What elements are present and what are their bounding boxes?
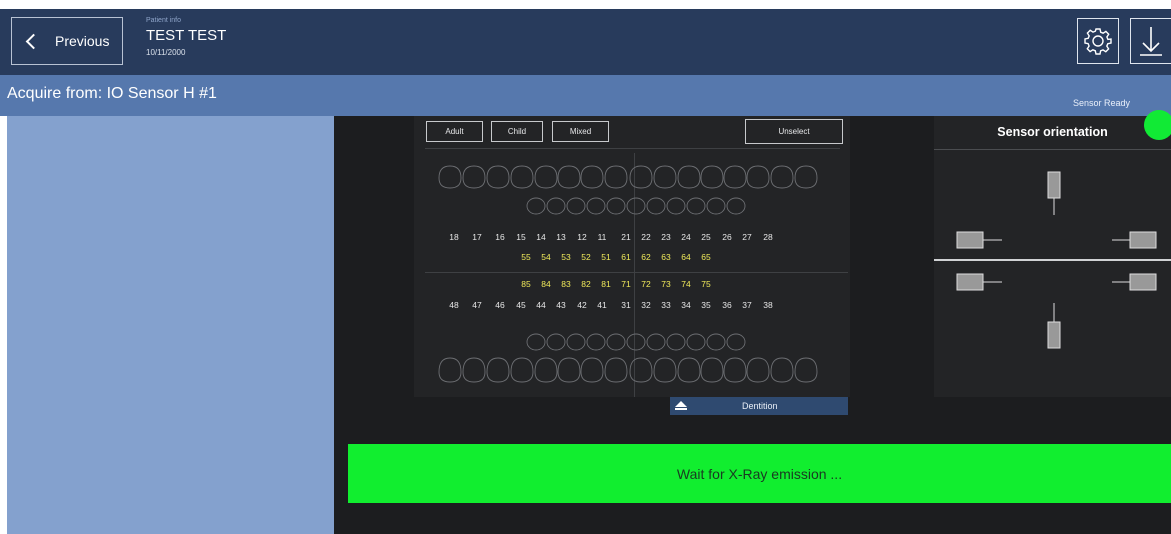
tooth-11[interactable]: 11 [594,232,610,242]
tooth-46[interactable]: 46 [492,300,508,310]
top-bar: Previous Patient info TEST TEST 10/11/20… [0,9,1171,75]
gear-icon [1084,28,1112,55]
download-arrow-icon [1140,27,1162,56]
tooth-74[interactable]: 74 [678,279,694,289]
tooth-25[interactable]: 25 [698,232,714,242]
tooth-71[interactable]: 71 [618,279,634,289]
orientation-right-lower-option[interactable] [1112,273,1157,291]
tooth-17[interactable]: 17 [469,232,485,242]
orientation-left-option[interactable] [956,231,1002,249]
patient-info: Patient info TEST TEST 10/11/2000 [146,17,226,57]
tooth-84[interactable]: 84 [538,279,554,289]
tooth-35[interactable]: 35 [698,300,714,310]
tooth-44[interactable]: 44 [533,300,549,310]
chart-divider-middle [425,272,848,273]
tooth-42[interactable]: 42 [574,300,590,310]
tooth-32[interactable]: 32 [638,300,654,310]
tooth-12[interactable]: 12 [574,232,590,242]
tooth-21[interactable]: 21 [618,232,634,242]
tooth-31[interactable]: 31 [618,300,634,310]
tooth-81[interactable]: 81 [598,279,614,289]
tooth-15[interactable]: 15 [513,232,529,242]
tooth-62[interactable]: 62 [638,252,654,262]
tooth-27[interactable]: 27 [739,232,755,242]
adult-mode-button[interactable]: Adult [426,121,483,142]
patient-date: 10/11/2000 [146,48,186,57]
tooth-72[interactable]: 72 [638,279,654,289]
tooth-22[interactable]: 22 [638,232,654,242]
upper-teeth-drawing [438,165,818,215]
tooth-18[interactable]: 18 [446,232,462,242]
tooth-33[interactable]: 33 [658,300,674,310]
tooth-64[interactable]: 64 [678,252,694,262]
tooth-45[interactable]: 45 [513,300,529,310]
tooth-53[interactable]: 53 [558,252,574,262]
tooth-43[interactable]: 43 [553,300,569,310]
tooth-65[interactable]: 65 [698,252,714,262]
tooth-83[interactable]: 83 [558,279,574,289]
tooth-48[interactable]: 48 [446,300,462,310]
sensor-status-label: Sensor Ready [1072,98,1130,108]
tooth-55[interactable]: 55 [518,252,534,262]
tooth-28[interactable]: 28 [760,232,776,242]
chevron-left-icon [25,33,42,49]
xray-wait-message: Wait for X-Ray emission ... [676,465,843,482]
dentition-label: Dentition [742,401,778,411]
tooth-73[interactable]: 73 [658,279,674,289]
orientation-down-option[interactable] [1047,303,1061,349]
acquire-title: Acquire from: IO Sensor H #1 [7,85,217,102]
orientation-right-option[interactable] [1112,231,1157,249]
xray-wait-banner: Wait for X-Ray emission ... [348,444,1171,503]
tooth-34[interactable]: 34 [678,300,694,310]
tooth-41[interactable]: 41 [594,300,610,310]
image-list-panel [7,116,334,534]
orientation-left-lower-option[interactable] [956,273,1002,291]
mixed-mode-button[interactable]: Mixed [552,121,609,142]
tooth-75[interactable]: 75 [698,279,714,289]
previous-label: Previous [55,33,110,49]
lower-teeth-drawing [438,333,818,383]
tooth-63[interactable]: 63 [658,252,674,262]
download-button[interactable] [1130,18,1171,64]
tooth-47[interactable]: 47 [469,300,485,310]
tooth-24[interactable]: 24 [678,232,694,242]
tooth-23[interactable]: 23 [658,232,674,242]
patient-name: TEST TEST [146,27,227,44]
previous-button[interactable]: Previous [11,17,123,65]
tooth-54[interactable]: 54 [538,252,554,262]
eject-icon-bar [675,408,687,410]
sensor-orientation-title: Sensor orientation [997,125,1108,139]
acquisition-screen: Previous Patient info TEST TEST 10/11/20… [0,0,1171,534]
settings-button[interactable] [1077,18,1119,64]
tooth-26[interactable]: 26 [719,232,735,242]
unselect-button[interactable]: Unselect [745,119,843,144]
tooth-36[interactable]: 36 [719,300,735,310]
eject-icon [675,401,687,407]
tooth-51[interactable]: 51 [598,252,614,262]
tooth-13[interactable]: 13 [553,232,569,242]
tooth-16[interactable]: 16 [492,232,508,242]
tooth-85[interactable]: 85 [518,279,534,289]
tooth-14[interactable]: 14 [533,232,549,242]
tooth-52[interactable]: 52 [578,252,594,262]
orientation-up-option[interactable] [1047,171,1061,215]
tooth-82[interactable]: 82 [578,279,594,289]
sensor-ready-indicator [1144,110,1171,140]
acquire-bar: Acquire from: IO Sensor H #1 Sensor Read… [0,75,1171,116]
tooth-38[interactable]: 38 [760,300,776,310]
chart-divider-top [425,148,840,149]
patient-info-label: Patient info [146,17,182,24]
child-mode-button[interactable]: Child [491,121,543,142]
tooth-37[interactable]: 37 [739,300,755,310]
tooth-61[interactable]: 61 [618,252,634,262]
orientation-options [956,171,1157,349]
